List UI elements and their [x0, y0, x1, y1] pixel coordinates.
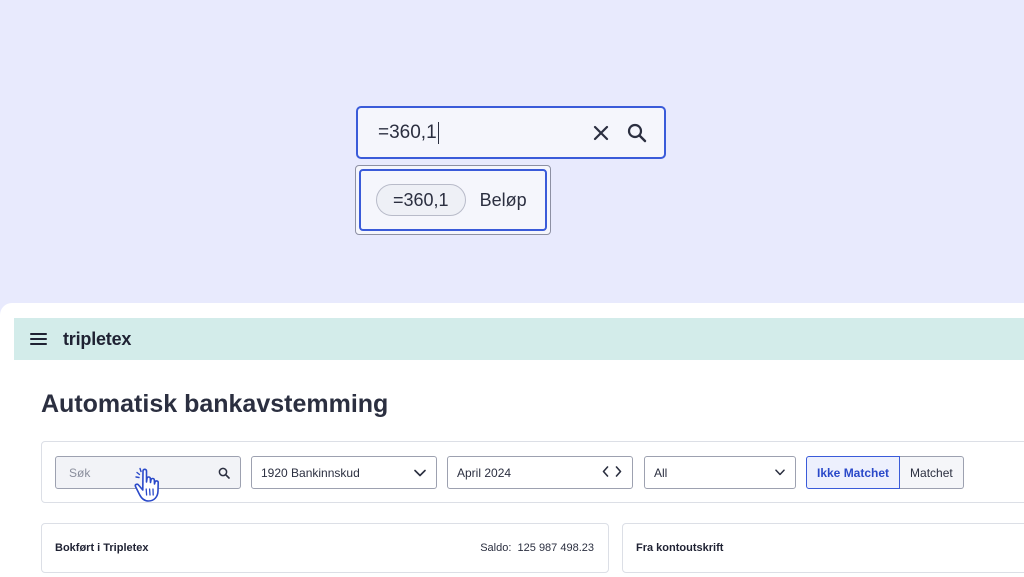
period-selector[interactable]: April 2024	[447, 456, 633, 489]
search-icon[interactable]	[218, 467, 230, 479]
app-window: tripletex Automatisk bankavstemming Søk …	[0, 303, 1024, 577]
saldo-value: 125 987 498.23	[517, 542, 594, 554]
status-select-value: All	[654, 465, 668, 480]
booked-panel-title: Bokført i Tripletex	[55, 542, 149, 554]
app-header: tripletex	[14, 318, 1024, 360]
status-select[interactable]: All	[644, 456, 796, 489]
chevron-down-icon	[775, 469, 785, 476]
chevron-right-icon[interactable]	[615, 465, 622, 480]
suggestion-value-chip: =360,1	[376, 184, 466, 216]
booked-panel-header: Bokført i Tripletex Saldo: 125 987 498.2…	[41, 523, 609, 573]
matched-button[interactable]: Matchet	[900, 456, 964, 489]
statement-panel-header: Fra kontoutskrift	[622, 523, 1024, 573]
clear-icon[interactable]	[590, 122, 612, 144]
tripletex-logo[interactable]: tripletex	[63, 329, 131, 350]
suggestion-label: Beløp	[479, 189, 527, 210]
saldo-display: Saldo: 125 987 498.23	[480, 542, 594, 554]
not-matched-button[interactable]: Ikke Matchet	[806, 456, 901, 489]
text-caret	[437, 121, 440, 144]
period-value: April 2024	[457, 465, 512, 480]
zoomed-search-input[interactable]: =360,1	[356, 106, 666, 159]
account-select-value: 1920 Bankinnskud	[261, 465, 360, 480]
search-input-value[interactable]: =360,1	[378, 121, 590, 144]
suggestion-item-amount[interactable]: =360,1 Beløp	[359, 169, 547, 231]
filter-bar: Søk 1920 Bankinnskud April 2024 All Ikke…	[41, 441, 1024, 503]
statement-panel-title: Fra kontoutskrift	[636, 542, 724, 554]
chevron-left-icon[interactable]	[602, 465, 609, 480]
search-suggestion-dropdown: =360,1 Beløp	[355, 165, 551, 235]
hand-cursor-icon	[133, 467, 169, 510]
account-select[interactable]: 1920 Bankinnskud	[251, 456, 437, 489]
menu-icon[interactable]	[30, 333, 47, 345]
search-icon[interactable]	[626, 122, 648, 144]
page-title: Automatisk bankavstemming	[41, 390, 389, 418]
match-toggle: Ikke Matchet Matchet	[806, 456, 964, 489]
chevron-down-icon	[414, 469, 426, 477]
saldo-label: Saldo:	[480, 542, 512, 554]
